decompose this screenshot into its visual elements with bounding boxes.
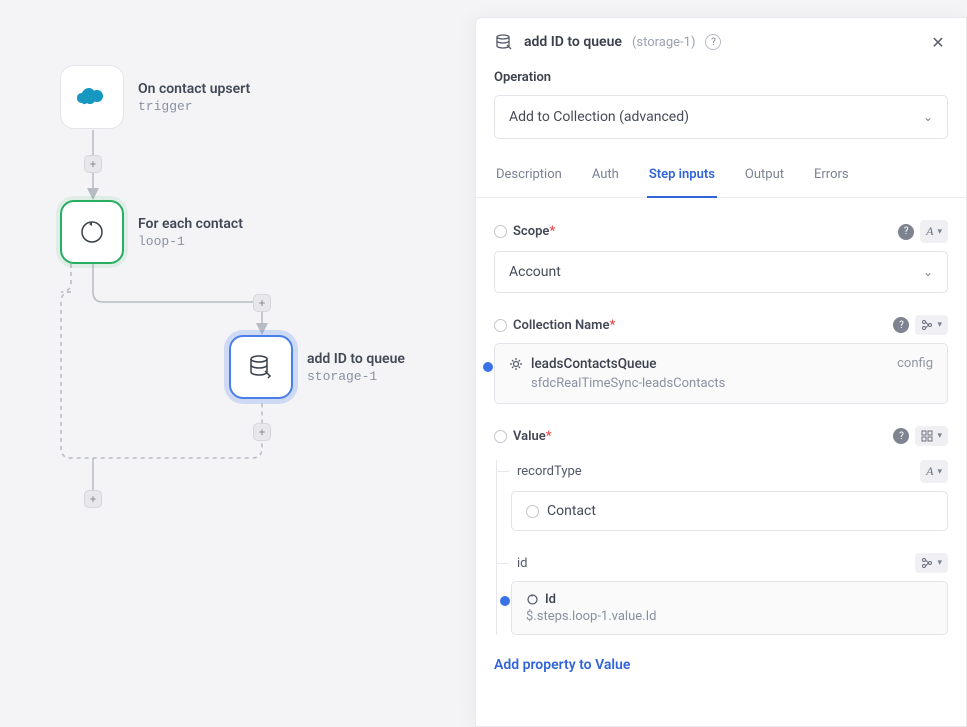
close-icon[interactable]: ✕ (928, 32, 948, 52)
add-step-button[interactable]: + (84, 155, 102, 173)
tab-output[interactable]: Output (743, 157, 786, 197)
tab-errors[interactable]: Errors (812, 157, 851, 197)
config-badge: config (897, 356, 933, 371)
panel-header: add ID to queue (storage-1) ? ✕ Operatio… (476, 18, 966, 139)
subfield-recordtype: recordType A▾ Contact (511, 460, 948, 531)
recordtype-label: recordType (517, 464, 582, 479)
storage-icon-box (229, 335, 293, 399)
recordtype-input[interactable]: Contact (511, 491, 948, 531)
collection-label: Collection Name* (513, 318, 615, 333)
type-selector[interactable]: ▾ (915, 315, 948, 335)
type-selector[interactable]: ▾ (915, 553, 948, 573)
add-step-button[interactable]: + (253, 294, 271, 312)
field-scope: Scope* ? A▾ Account ⌄ (494, 220, 948, 293)
chevron-down-icon: ⌄ (923, 110, 933, 124)
loop-icon-box (60, 200, 124, 264)
mapped-indicator-icon (483, 362, 493, 372)
id-label: id (517, 556, 528, 571)
loop-icon (526, 593, 539, 606)
storage-icon (246, 352, 276, 382)
scope-value: Account (509, 264, 561, 280)
branch-icon (921, 319, 933, 331)
node-loop[interactable]: For each contact loop-1 (60, 200, 243, 264)
panel-subtitle: (storage-1) (632, 35, 696, 50)
radio-icon[interactable] (494, 225, 507, 238)
add-step-button[interactable]: + (253, 423, 271, 441)
radio-icon[interactable] (494, 430, 507, 443)
panel-title: add ID to queue (524, 34, 622, 50)
type-selector[interactable]: A▾ (920, 460, 948, 483)
loop-icon (78, 218, 106, 246)
trigger-icon-box (60, 65, 124, 129)
id-ref-name: Id (545, 592, 556, 607)
value-label: Value* (513, 429, 552, 444)
step-inputs-body: Scope* ? A▾ Account ⌄ Collection Name* ? (476, 198, 966, 726)
trigger-subtitle: trigger (138, 99, 250, 114)
radio-icon (526, 505, 539, 518)
scope-label: Scope* (513, 224, 555, 239)
salesforce-icon (75, 85, 109, 109)
workflow-canvas[interactable]: On contact upsert trigger + For each con… (0, 0, 475, 725)
grid-icon (921, 430, 933, 442)
tab-description[interactable]: Description (494, 157, 564, 197)
help-icon[interactable]: ? (893, 428, 909, 444)
operation-value: Add to Collection (advanced) (509, 109, 689, 125)
collection-value-box[interactable]: leadsContactsQueue sfdcRealTimeSync-lead… (494, 343, 948, 404)
chevron-down-icon: ⌄ (923, 265, 933, 279)
node-trigger[interactable]: On contact upsert trigger (60, 65, 250, 129)
loop-subtitle: loop-1 (138, 234, 243, 249)
operation-label: Operation (494, 70, 948, 85)
storage-icon (494, 32, 514, 52)
node-storage[interactable]: add ID to queue storage-1 (229, 335, 405, 399)
help-icon[interactable]: ? (893, 317, 909, 333)
collection-name: leadsContactsQueue (531, 356, 657, 372)
gear-icon (509, 357, 523, 371)
operation-select[interactable]: Add to Collection (advanced) ⌄ (494, 95, 948, 139)
type-selector[interactable]: ▾ (915, 426, 948, 446)
loop-title: For each contact (138, 216, 243, 232)
add-property-link[interactable]: Add property to Value (494, 657, 630, 673)
value-nested-group: recordType A▾ Contact (496, 460, 948, 635)
help-icon[interactable]: ? (705, 34, 721, 50)
field-value: Value* ? ▾ recordType (494, 426, 948, 673)
radio-icon[interactable] (494, 319, 507, 332)
tab-step-inputs[interactable]: Step inputs (647, 157, 717, 198)
panel-tabs: Description Auth Step inputs Output Erro… (476, 157, 966, 198)
add-step-button[interactable]: + (84, 490, 102, 508)
help-icon[interactable]: ? (898, 224, 914, 240)
id-ref-path: $.steps.loop-1.value.Id (526, 609, 933, 624)
storage-title: add ID to queue (307, 351, 405, 367)
branch-icon (921, 557, 933, 569)
id-reference-box[interactable]: Id $.steps.loop-1.value.Id (511, 581, 948, 635)
subfield-id: id ▾ (511, 553, 948, 635)
field-collection-name: Collection Name* ? ▾ leadsContactsQ (494, 315, 948, 404)
scope-select[interactable]: Account ⌄ (494, 251, 948, 293)
trigger-title: On contact upsert (138, 81, 250, 97)
recordtype-value: Contact (547, 503, 596, 519)
step-config-panel: add ID to queue (storage-1) ? ✕ Operatio… (475, 17, 967, 727)
tab-auth[interactable]: Auth (590, 157, 621, 197)
mapped-indicator-icon (500, 596, 510, 606)
storage-subtitle: storage-1 (307, 369, 405, 384)
type-selector[interactable]: A▾ (920, 220, 948, 243)
collection-path: sfdcRealTimeSync-leadsContacts (531, 376, 933, 391)
